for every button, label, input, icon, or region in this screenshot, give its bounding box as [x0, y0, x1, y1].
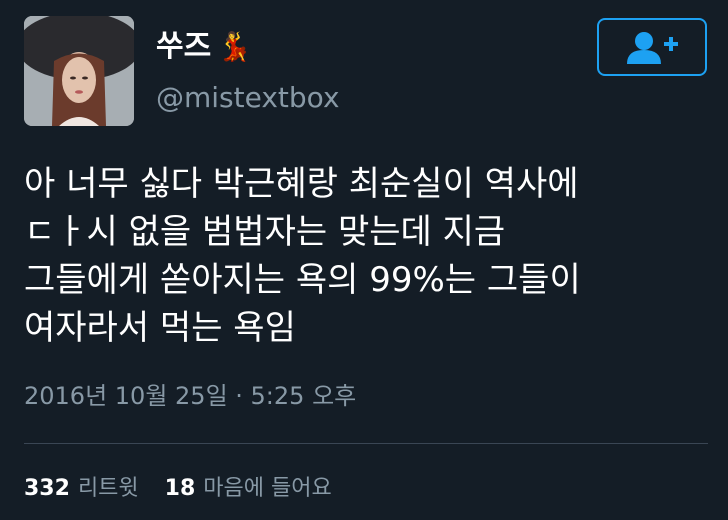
tweet-line: 여자라서 먹는 욕임 — [24, 308, 296, 348]
tweet-timestamp[interactable]: 2016년 10월 25일 · 5:25 오후 — [24, 380, 356, 412]
tweet-line: 그들에게 쏟아지는 욕의 99%는 그들이 — [24, 260, 581, 300]
like-label[interactable]: 마음에 들어요 — [203, 474, 331, 504]
avatar[interactable] — [24, 16, 134, 126]
tweet-line: ㄷㅏ시 없을 범법자는 맞는데 지금 — [24, 212, 506, 252]
dancer-emoji-icon: 💃 — [217, 30, 253, 63]
tweet-text: 아 너무 싫다 박근혜랑 최순실이 역사에 ㄷㅏ시 없을 범법자는 맞는데 지금… — [24, 160, 714, 352]
tweet-stats: 332 리트윗 18 마음에 들어요 — [24, 474, 332, 504]
tweet-line: 아 너무 싫다 박근혜랑 최순실이 역사에 — [24, 164, 579, 204]
display-name-text: 쑤즈 — [156, 29, 212, 64]
add-user-icon — [627, 32, 678, 64]
retweet-label[interactable]: 리트윗 — [78, 474, 139, 504]
like-count[interactable]: 18 — [165, 474, 196, 504]
divider — [24, 443, 708, 444]
retweet-count[interactable]: 332 — [24, 474, 70, 504]
user-handle[interactable]: @mistextbox — [156, 80, 340, 116]
profile-photo-icon — [24, 16, 134, 126]
display-name[interactable]: 쑤즈 💃 — [156, 28, 252, 66]
follow-button[interactable] — [597, 18, 707, 76]
